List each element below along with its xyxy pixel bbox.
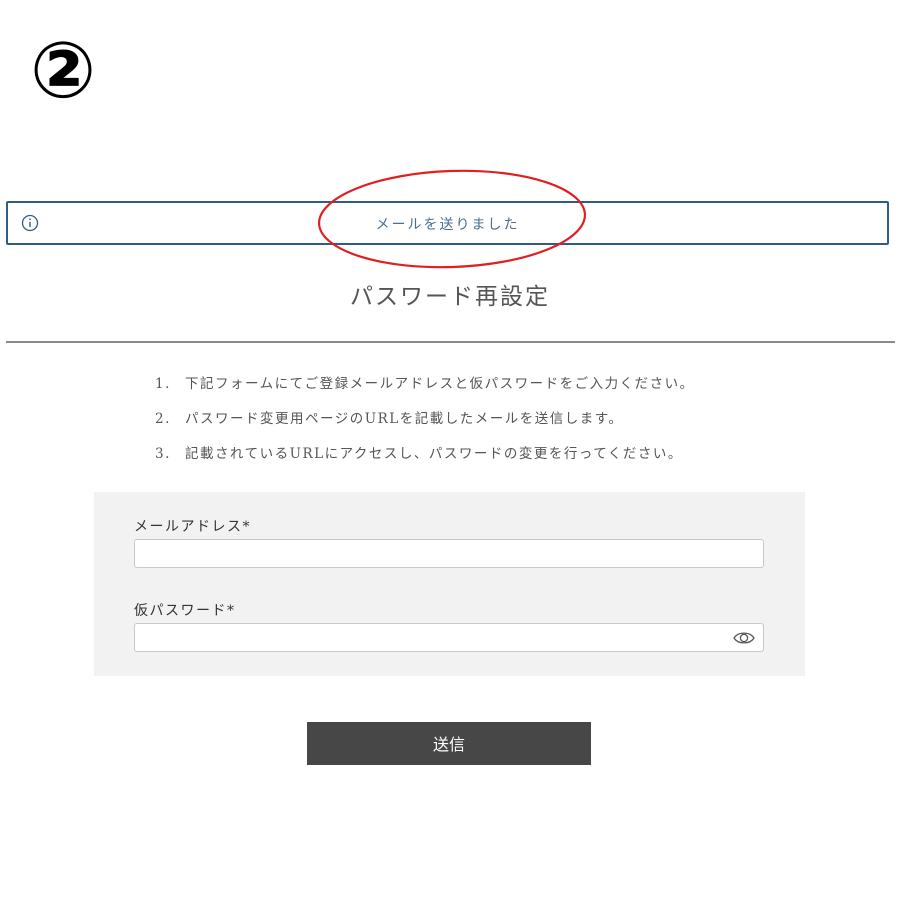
instruction-number: 1. [155, 376, 171, 392]
instruction-item: 1. 下記フォームにてご登録メールアドレスと仮パスワードをご入力ください。 [155, 372, 695, 407]
instruction-item: 3. 記載されているURLにアクセスし、パスワードの変更を行ってください。 [155, 442, 695, 477]
instruction-text: 下記フォームにてご登録メールアドレスと仮パスワードをご入力ください。 [185, 376, 695, 392]
instruction-item: 2. パスワード変更用ページのURLを記載したメールを送信します。 [155, 407, 695, 442]
temp-password-label: 仮パスワード* [134, 600, 236, 620]
info-alert: メールを送りました [6, 201, 889, 245]
eye-icon[interactable] [733, 630, 755, 646]
temp-password-label-text: 仮パスワード [134, 603, 227, 619]
temp-password-field[interactable] [134, 623, 764, 652]
instruction-number: 3. [155, 446, 171, 462]
title-divider [6, 341, 895, 343]
email-label: メールアドレス* [134, 516, 251, 536]
page-title: パスワード再設定 [350, 284, 550, 310]
instruction-text: パスワード変更用ページのURLを記載したメールを送信します。 [185, 411, 624, 427]
email-field[interactable] [134, 539, 764, 568]
step-number-marker: ② [29, 26, 97, 116]
instruction-list: 1. 下記フォームにてご登録メールアドレスと仮パスワードをご入力ください。 2. パ… [155, 372, 695, 477]
instruction-text: 記載されているURLにアクセスし、パスワードの変更を行ってください。 [185, 446, 683, 462]
instruction-number: 2. [155, 411, 171, 427]
alert-message: メールを送りました [375, 217, 520, 233]
reset-form-panel: メールアドレス* 仮パスワード* [94, 492, 805, 676]
email-label-text: メールアドレス [134, 519, 243, 535]
submit-button[interactable]: 送信 [307, 722, 591, 765]
required-mark: * [242, 519, 251, 535]
required-mark: * [227, 603, 236, 619]
